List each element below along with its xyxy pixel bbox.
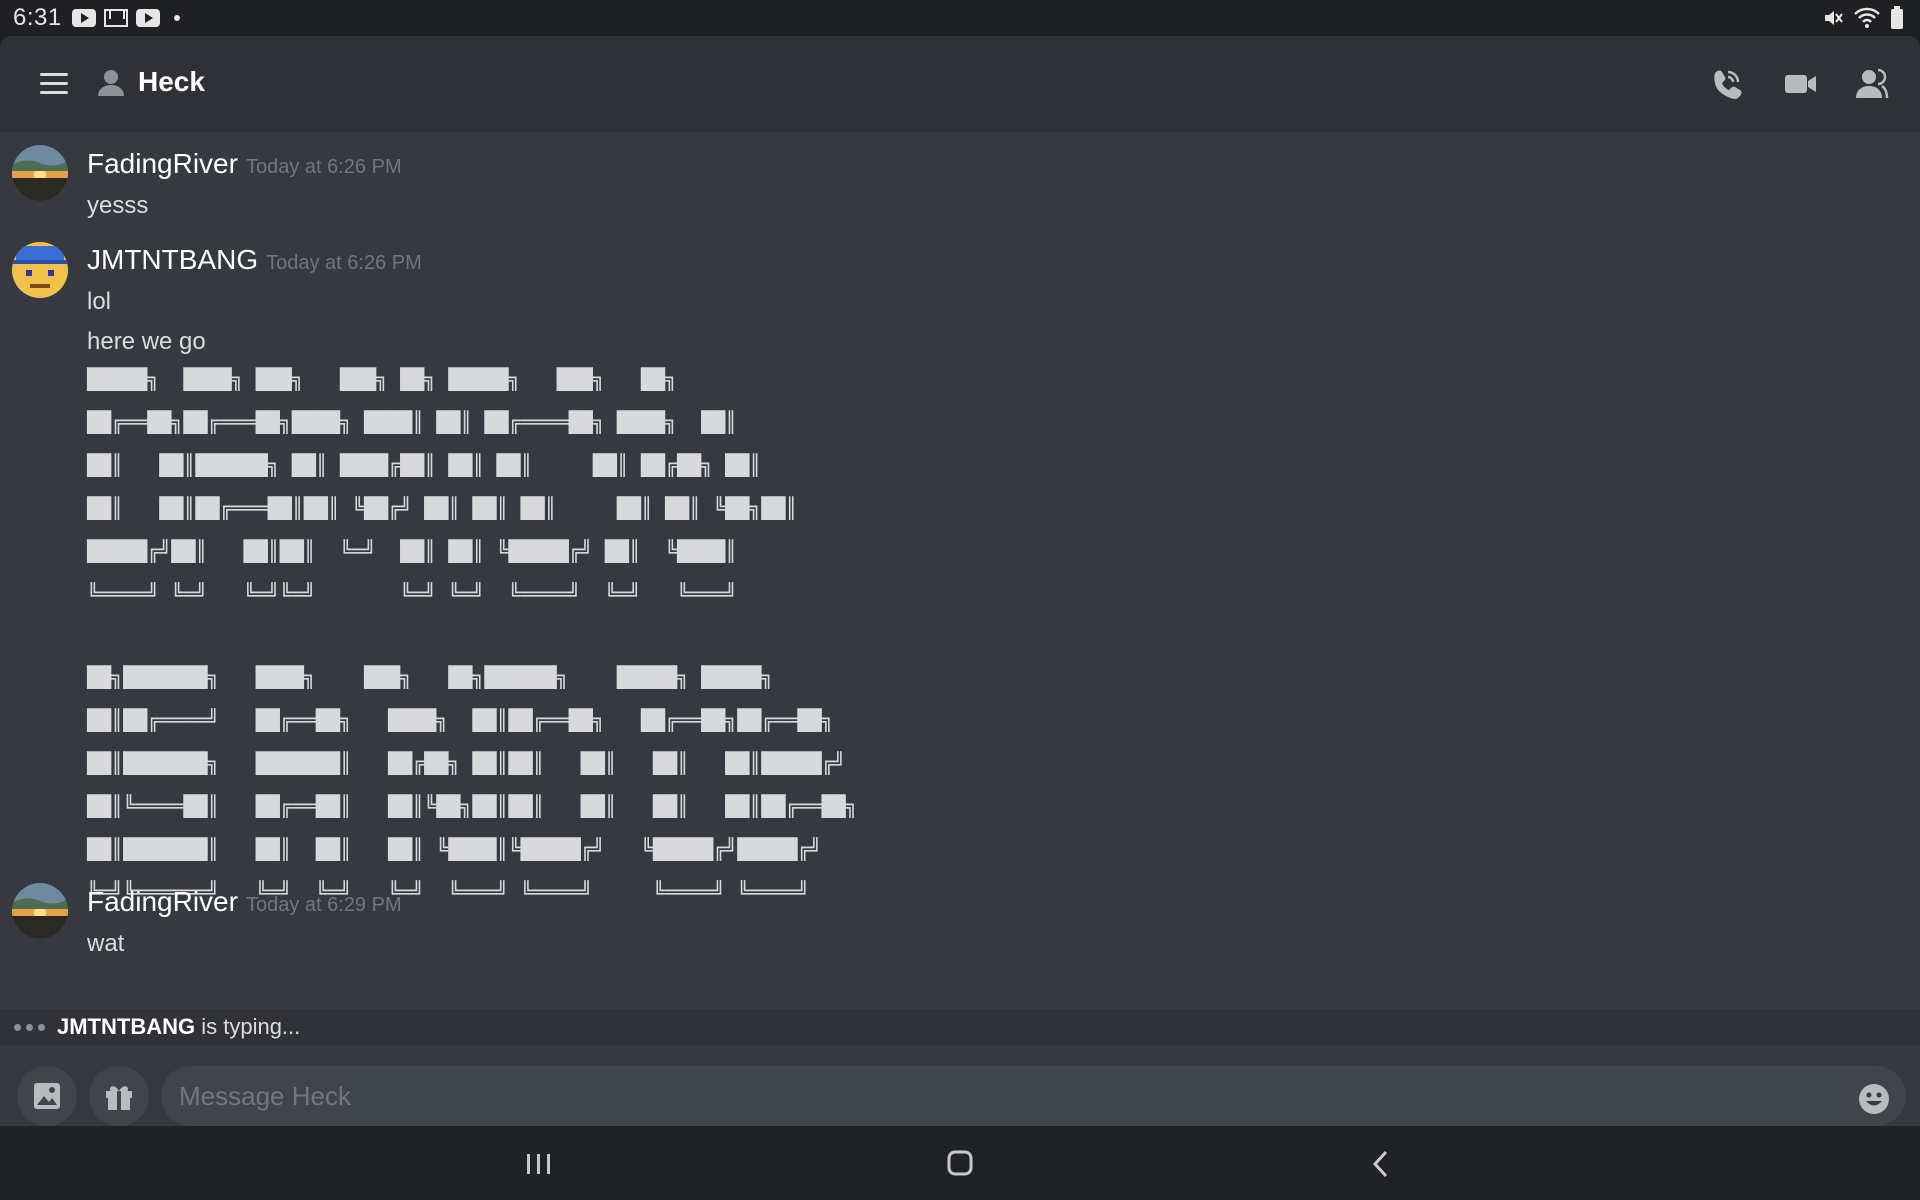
back-icon[interactable] <box>1362 1146 1402 1182</box>
avatar[interactable] <box>12 883 68 939</box>
message-text: wat <box>87 930 125 957</box>
battery-icon <box>1891 6 1903 29</box>
message-author[interactable]: FadingRiver Today at 6:26 PM <box>87 148 402 180</box>
menu-icon[interactable] <box>40 73 68 95</box>
gmail-icon <box>103 9 128 27</box>
android-nav-bar <box>0 1126 1920 1200</box>
typing-user: JMTNTBANG <box>57 1014 196 1039</box>
status-time: 6:31 <box>13 4 62 31</box>
ascii-art-line: ╚════╝ ╚═╝ ╚═╝╚═╝ ╚═╝ ╚═╝ ╚════╝ ╚═╝ ╚══… <box>87 582 738 606</box>
ascii-art-line: █████╗ ████╗ ███╗ ███╗ ██╗ █████╗ ███╗ █… <box>87 367 678 391</box>
dot-icon <box>173 15 180 21</box>
author-name[interactable]: FadingRiver <box>87 886 238 917</box>
ascii-art-line: ██║╚════██║ ██╔══██║ ██║╚██╗██║██║ ██║ █… <box>87 794 858 818</box>
notification-icons <box>71 9 180 27</box>
author-name[interactable]: JMTNTBANG <box>87 244 258 275</box>
ascii-art-line: ██║ ██║██████╗ ██║ ████╔██║ ██║ ██║ ██║ … <box>87 453 762 477</box>
message-timestamp: Today at 6:26 PM <box>245 156 402 178</box>
message-list[interactable]: FadingRiver Today at 6:26 PM yesss JMTNTB… <box>0 132 1920 1012</box>
upload-image-button[interactable] <box>17 1066 77 1126</box>
message-author[interactable]: FadingRiver Today at 6:29 PM <box>87 886 402 918</box>
status-bar: 6:31 <box>0 0 1920 36</box>
video-icon[interactable] <box>1782 66 1818 102</box>
system-icons <box>1822 6 1904 30</box>
ascii-art-line: ██║███████║ ██║ ██║ ██║ ╚████║╚█████╔╝ ╚… <box>87 837 822 861</box>
message-timestamp: Today at 6:26 PM <box>266 252 422 274</box>
call-icon[interactable] <box>1708 66 1744 102</box>
recents-icon[interactable] <box>519 1146 559 1182</box>
message-input[interactable] <box>161 1066 1906 1126</box>
home-icon[interactable] <box>940 1146 980 1182</box>
chat-window: Heck FadingRiver Today at 6:26 PM yesss … <box>0 36 1920 1126</box>
typing-suffix: is typing... <box>195 1014 301 1039</box>
ascii-art-line: ██║██╔════╝ ██╔══██╗ ████╗ ██║██╔══██╗ █… <box>87 708 834 732</box>
emoji-icon[interactable] <box>1858 1083 1890 1115</box>
youtube-icon <box>71 9 96 27</box>
message-composer <box>0 1045 1920 1126</box>
ascii-art-line: ██║ ██║██╔═══██║██║ ╚██╔╝ ██║ ██║ ██║ ██… <box>87 496 798 520</box>
mute-icon <box>1825 11 1843 25</box>
youtube-icon <box>135 9 160 27</box>
channel-header: Heck <box>0 36 1920 132</box>
ascii-art-line: ██╔══██╗██╔═══██╗████╗ ████║ ██║ ██╔════… <box>87 410 738 434</box>
avatar[interactable] <box>12 242 68 298</box>
message-text: yesss <box>87 192 149 219</box>
message-text: lol <box>87 288 112 315</box>
gift-button[interactable] <box>89 1066 149 1126</box>
channel-title: Heck <box>138 66 205 97</box>
message-timestamp: Today at 6:29 PM <box>245 894 402 916</box>
typing-dots-icon <box>14 1023 45 1031</box>
image-icon <box>34 1083 60 1109</box>
ascii-art-line: ██╗███████╗ ████╗ ███╗ ██╗██████╗ █████╗… <box>87 665 774 689</box>
gift-icon <box>106 1086 132 1110</box>
avatar[interactable] <box>12 145 68 201</box>
wifi-icon <box>1854 7 1880 28</box>
ascii-art-line: █████╔╝██║ ██║██║ ╚═╝ ██║ ██║ ╚█████╔╝ █… <box>87 539 738 563</box>
members-icon[interactable] <box>1853 66 1889 102</box>
dm-user-icon <box>98 70 124 96</box>
ascii-art-line: ██║███████╗ ███████║ ██╔██╗ ██║██║ ██║ █… <box>87 751 846 775</box>
author-name[interactable]: FadingRiver <box>87 148 238 179</box>
typing-indicator: JMTNTBANG is typing... <box>0 1009 1920 1045</box>
ascii-art-block: █████╗ ████╗ ███╗ ███╗ ██╗ █████╗ ███╗ █… <box>87 358 797 616</box>
message-author[interactable]: JMTNTBANG Today at 6:26 PM <box>87 244 422 276</box>
ascii-art-block: ██╗███████╗ ████╗ ███╗ ██╗██████╗ █████╗… <box>87 656 858 914</box>
typing-text: JMTNTBANG is typing... <box>57 1014 300 1040</box>
message-text: here we go <box>87 328 206 355</box>
